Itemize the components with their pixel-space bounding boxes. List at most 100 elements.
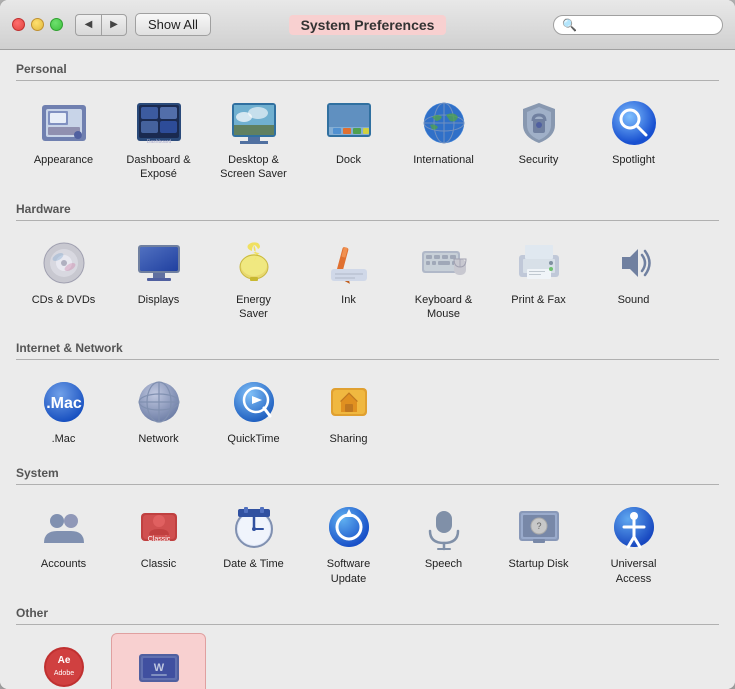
print-icon-img: [513, 237, 565, 289]
other-grid: Ae Adobe AdobeVersion Cue™ W: [16, 633, 719, 689]
pref-sharing[interactable]: Sharing: [301, 368, 396, 454]
forward-button[interactable]: ▶: [101, 14, 127, 36]
section-hardware-title: Hardware: [16, 202, 719, 221]
software-label: SoftwareUpdate: [327, 557, 370, 586]
show-all-button[interactable]: Show All: [135, 13, 211, 36]
pref-appearance[interactable]: Appearance: [16, 89, 111, 190]
displays-icon-img: [133, 237, 185, 289]
dock-icon-img: [323, 97, 375, 149]
spotlight-label: Spotlight: [612, 153, 655, 167]
minimize-button[interactable]: [31, 18, 44, 31]
pref-dock[interactable]: Dock: [301, 89, 396, 190]
datetime-label: Date & Time: [223, 557, 284, 571]
pref-keyboard[interactable]: Keyboard &Mouse: [396, 229, 491, 330]
network-icon-img: [133, 376, 185, 428]
pref-spotlight[interactable]: Spotlight: [586, 89, 681, 190]
keyboard-label: Keyboard &Mouse: [415, 293, 472, 322]
startup-icon-img: ?: [513, 501, 565, 553]
personal-grid: Appearance Dashboard: [16, 89, 719, 190]
svg-text:Ae: Ae: [57, 655, 70, 666]
quicktime-icon-img: [228, 376, 280, 428]
pref-print-fax[interactable]: Print & Fax: [491, 229, 586, 330]
maximize-button[interactable]: [50, 18, 63, 31]
pref-dashboard[interactable]: Dashboard Dashboard &Exposé: [111, 89, 206, 190]
svg-text:?: ?: [536, 521, 541, 531]
svg-text:.Mac: .Mac: [46, 395, 82, 412]
section-hardware: Hardware CDs & DVDs: [16, 202, 719, 330]
accounts-label: Accounts: [41, 557, 86, 571]
desktop-icon-img: [228, 97, 280, 149]
pref-quicktime[interactable]: QuickTime: [206, 368, 301, 454]
cds-label: CDs & DVDs: [32, 293, 96, 307]
internet-grid: .Mac .Mac: [16, 368, 719, 454]
mac-icon-img: .Mac: [38, 376, 90, 428]
energy-icon-img: [228, 237, 280, 289]
traffic-lights: [12, 18, 63, 31]
datetime-icon-img: 18: [228, 501, 280, 553]
pref-datetime[interactable]: 18 Date & Time: [206, 493, 301, 594]
adobe-icon-img: Ae Adobe: [38, 641, 90, 689]
sound-icon-img: [608, 237, 660, 289]
sharing-icon-img: [323, 376, 375, 428]
close-button[interactable]: [12, 18, 25, 31]
sharing-label: Sharing: [330, 432, 368, 446]
pref-network[interactable]: Network: [111, 368, 206, 454]
appearance-icon-img: [38, 97, 90, 149]
titlebar: ◀ ▶ Show All System Preferences 🔍: [0, 0, 735, 50]
preferences-content: Personal Appearance: [0, 50, 735, 689]
software-icon-img: [323, 501, 375, 553]
universal-icon-img: [608, 501, 660, 553]
pref-wacom[interactable]: W Wacom Tablet: [111, 633, 206, 689]
ink-icon-img: [323, 237, 375, 289]
international-label: International: [413, 153, 474, 167]
print-label: Print & Fax: [511, 293, 565, 307]
search-input[interactable]: [581, 18, 714, 32]
pref-classic[interactable]: Classic Classic: [111, 493, 206, 594]
pref-adobe[interactable]: Ae Adobe AdobeVersion Cue™: [16, 633, 111, 689]
pref-accounts[interactable]: Accounts: [16, 493, 111, 594]
desktop-label: Desktop &Screen Saver: [220, 153, 287, 182]
startup-label: Startup Disk: [509, 557, 569, 571]
pref-universal[interactable]: UniversalAccess: [586, 493, 681, 594]
section-system-title: System: [16, 466, 719, 485]
network-label: Network: [138, 432, 178, 446]
pref-ink[interactable]: Ink: [301, 229, 396, 330]
keyboard-icon-img: [418, 237, 470, 289]
speech-icon-img: [418, 501, 470, 553]
pref-security[interactable]: Security: [491, 89, 586, 190]
pref-displays[interactable]: Displays: [111, 229, 206, 330]
section-internet-title: Internet & Network: [16, 341, 719, 360]
section-other-title: Other: [16, 606, 719, 625]
nav-buttons: ◀ ▶: [75, 14, 127, 36]
security-label: Security: [519, 153, 559, 167]
dashboard-icon-img: Dashboard: [133, 97, 185, 149]
classic-label: Classic: [141, 557, 176, 571]
pref-mac[interactable]: .Mac .Mac: [16, 368, 111, 454]
mac-label: .Mac: [52, 432, 76, 446]
speech-label: Speech: [425, 557, 462, 571]
search-icon: 🔍: [562, 18, 577, 32]
pref-startup[interactable]: ? Startup Disk: [491, 493, 586, 594]
system-preferences-window: ◀ ▶ Show All System Preferences 🔍 Person…: [0, 0, 735, 689]
pref-cds-dvds[interactable]: CDs & DVDs: [16, 229, 111, 330]
pref-international[interactable]: International: [396, 89, 491, 190]
hardware-grid: CDs & DVDs: [16, 229, 719, 330]
dashboard-label: Dashboard &Exposé: [126, 153, 190, 182]
pref-software-update[interactable]: SoftwareUpdate: [301, 493, 396, 594]
pref-energy[interactable]: EnergySaver: [206, 229, 301, 330]
pref-sound[interactable]: Sound: [586, 229, 681, 330]
energy-label: EnergySaver: [236, 293, 271, 322]
back-button[interactable]: ◀: [75, 14, 101, 36]
system-grid: Accounts Classic Classic: [16, 493, 719, 594]
section-system: System Accounts: [16, 466, 719, 594]
pref-speech[interactable]: Speech: [396, 493, 491, 594]
sound-label: Sound: [618, 293, 650, 307]
ink-label: Ink: [341, 293, 356, 307]
pref-desktop[interactable]: Desktop &Screen Saver: [206, 89, 301, 190]
international-icon-img: [418, 97, 470, 149]
cds-icon-img: [38, 237, 90, 289]
section-internet: Internet & Network: [16, 341, 719, 454]
quicktime-label: QuickTime: [227, 432, 279, 446]
search-box[interactable]: 🔍: [553, 15, 723, 35]
svg-text:Adobe: Adobe: [53, 670, 73, 677]
